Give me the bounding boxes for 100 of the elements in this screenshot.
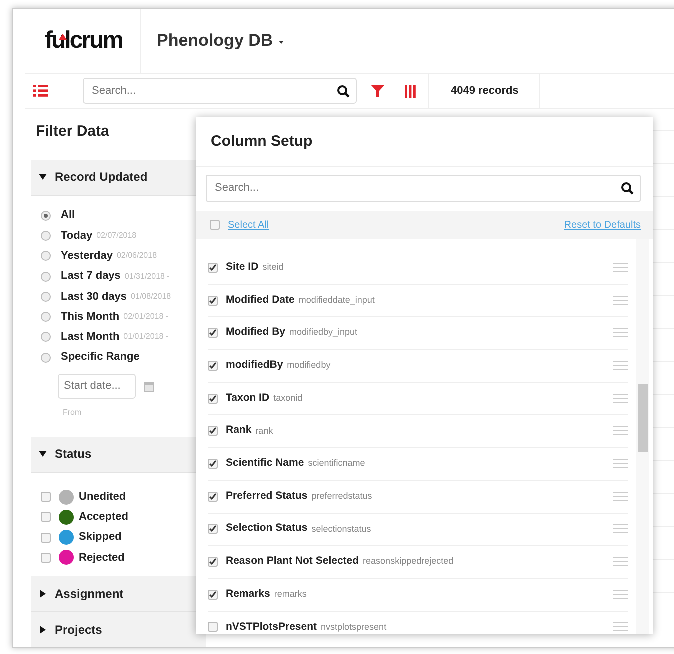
radio-button[interactable] bbox=[41, 352, 51, 363]
checkbox[interactable] bbox=[208, 328, 218, 338]
checkbox[interactable] bbox=[208, 524, 218, 534]
checkbox[interactable] bbox=[208, 296, 218, 306]
drag-handle-icon[interactable] bbox=[613, 590, 628, 600]
checkbox[interactable] bbox=[41, 552, 51, 563]
column-name: Preferred Status bbox=[226, 488, 308, 504]
option-label[interactable]: Last 30 days bbox=[61, 288, 128, 306]
drag-handle-icon[interactable] bbox=[613, 557, 628, 568]
collapse-caret-icon bbox=[39, 450, 47, 458]
checkbox[interactable] bbox=[208, 590, 218, 600]
filter-icon[interactable] bbox=[371, 84, 385, 98]
date-range: 02/01/2018 - bbox=[124, 311, 169, 324]
option-label[interactable]: This Month bbox=[61, 308, 120, 326]
column-name: Selection Status bbox=[226, 521, 308, 536]
checkbox[interactable] bbox=[208, 458, 218, 469]
checkbox[interactable] bbox=[208, 394, 218, 404]
checkbox[interactable] bbox=[208, 262, 218, 273]
field-name: taxonid bbox=[274, 392, 303, 405]
drag-handle-icon[interactable] bbox=[613, 360, 628, 371]
column-name: modifiedBy bbox=[226, 358, 284, 374]
date-range: 02/07/2018 bbox=[96, 230, 137, 242]
drag-handle-icon[interactable] bbox=[613, 328, 628, 338]
field-name: rank bbox=[256, 424, 274, 438]
drag-handle-icon[interactable] bbox=[613, 492, 628, 502]
drag-handle-icon[interactable] bbox=[613, 394, 628, 404]
list-icon[interactable] bbox=[33, 85, 48, 97]
field-name: modifieddate_input bbox=[298, 294, 375, 307]
date-range: 01/31/2018 - bbox=[124, 270, 170, 283]
drag-handle-icon[interactable] bbox=[613, 262, 628, 273]
radio-button[interactable] bbox=[41, 332, 51, 342]
column-name: Reason Plant Not Selected bbox=[226, 554, 360, 570]
checkbox[interactable] bbox=[208, 622, 218, 632]
column-name: Rank bbox=[226, 423, 252, 438]
drag-handle-icon[interactable] bbox=[613, 458, 628, 469]
popup-title: Column Setup bbox=[196, 117, 653, 167]
status-label[interactable]: Unedited bbox=[79, 488, 126, 506]
search-field[interactable]: Search... bbox=[206, 175, 641, 202]
checkbox[interactable] bbox=[208, 426, 218, 436]
status-label[interactable]: Skipped bbox=[79, 529, 122, 546]
date-range: 01/08/2018 bbox=[131, 290, 172, 303]
checkbox[interactable] bbox=[41, 492, 51, 502]
column-name: Taxon ID bbox=[226, 390, 270, 406]
column-name: Site ID bbox=[226, 260, 259, 275]
field-caption: From bbox=[62, 406, 82, 419]
column-name: Scientific Name bbox=[226, 456, 304, 472]
field-name: siteid bbox=[262, 261, 284, 274]
drag-handle-icon[interactable] bbox=[613, 524, 628, 534]
checkbox[interactable] bbox=[208, 360, 218, 371]
checkbox[interactable] bbox=[41, 512, 51, 522]
field-name: reasonskippedrejected bbox=[363, 555, 454, 568]
checkbox[interactable] bbox=[208, 492, 218, 502]
radio-button[interactable] bbox=[41, 230, 51, 241]
radio-button[interactable] bbox=[41, 312, 51, 322]
radio-button[interactable] bbox=[41, 210, 51, 221]
field-name: preferredstatus bbox=[312, 490, 372, 503]
drag-handle-icon[interactable] bbox=[613, 426, 628, 436]
columns-icon[interactable] bbox=[405, 84, 416, 98]
start-date-field[interactable]: Start date... bbox=[58, 374, 136, 399]
option-label[interactable]: Yesterday bbox=[61, 248, 113, 264]
option-label[interactable]: Last Month bbox=[61, 329, 120, 346]
checkbox[interactable] bbox=[210, 220, 220, 230]
status-label[interactable]: Accepted bbox=[79, 509, 129, 526]
record-count: 4049 records bbox=[428, 74, 540, 108]
logo: fulcrum bbox=[45, 26, 123, 56]
date-range: 02/06/2018 bbox=[116, 250, 158, 262]
field-name: modifiedby_input bbox=[290, 326, 358, 340]
search-icon bbox=[621, 182, 634, 195]
drag-handle-icon[interactable] bbox=[613, 296, 628, 306]
app-title-dropdown[interactable]: Phenology DB bbox=[157, 28, 286, 54]
radio-button[interactable] bbox=[41, 292, 51, 302]
radio-button[interactable] bbox=[41, 251, 51, 262]
field-name: nvstplotspresent bbox=[321, 620, 387, 634]
expand-caret-icon bbox=[39, 626, 47, 634]
field-name: scientificname bbox=[308, 457, 366, 470]
option-label[interactable]: Last 7 days bbox=[61, 268, 121, 285]
column-name: Remarks bbox=[226, 586, 270, 602]
panel-title: Filter Data bbox=[36, 122, 110, 142]
column-name: Modified By bbox=[226, 325, 286, 340]
expand-caret-icon bbox=[39, 590, 47, 598]
section-header[interactable]: Projects bbox=[31, 612, 206, 647]
checkbox[interactable] bbox=[41, 532, 51, 543]
scrollbar[interactable] bbox=[636, 239, 649, 634]
field-name: selectionstatus bbox=[312, 522, 372, 536]
search-field[interactable]: Search... bbox=[83, 78, 357, 104]
radio-button[interactable] bbox=[41, 272, 51, 282]
option-label[interactable]: Today bbox=[61, 228, 93, 244]
field-name: modifiedby bbox=[287, 359, 331, 372]
drag-handle-icon[interactable] bbox=[613, 622, 628, 632]
status-label[interactable]: Rejected bbox=[79, 550, 125, 566]
checkbox[interactable] bbox=[208, 557, 218, 568]
option-label[interactable]: All bbox=[61, 207, 76, 224]
column-name: nVSTPlotsPresent bbox=[226, 620, 318, 634]
calendar-icon bbox=[144, 380, 154, 392]
collapse-caret-icon bbox=[39, 173, 47, 181]
dropdown-caret-icon[interactable] bbox=[278, 38, 286, 45]
date-range: 01/01/2018 - bbox=[124, 331, 169, 344]
option-label[interactable]: Specific Range bbox=[61, 349, 140, 366]
column-name: Modified Date bbox=[226, 292, 295, 308]
field-name: remarks bbox=[274, 588, 307, 601]
